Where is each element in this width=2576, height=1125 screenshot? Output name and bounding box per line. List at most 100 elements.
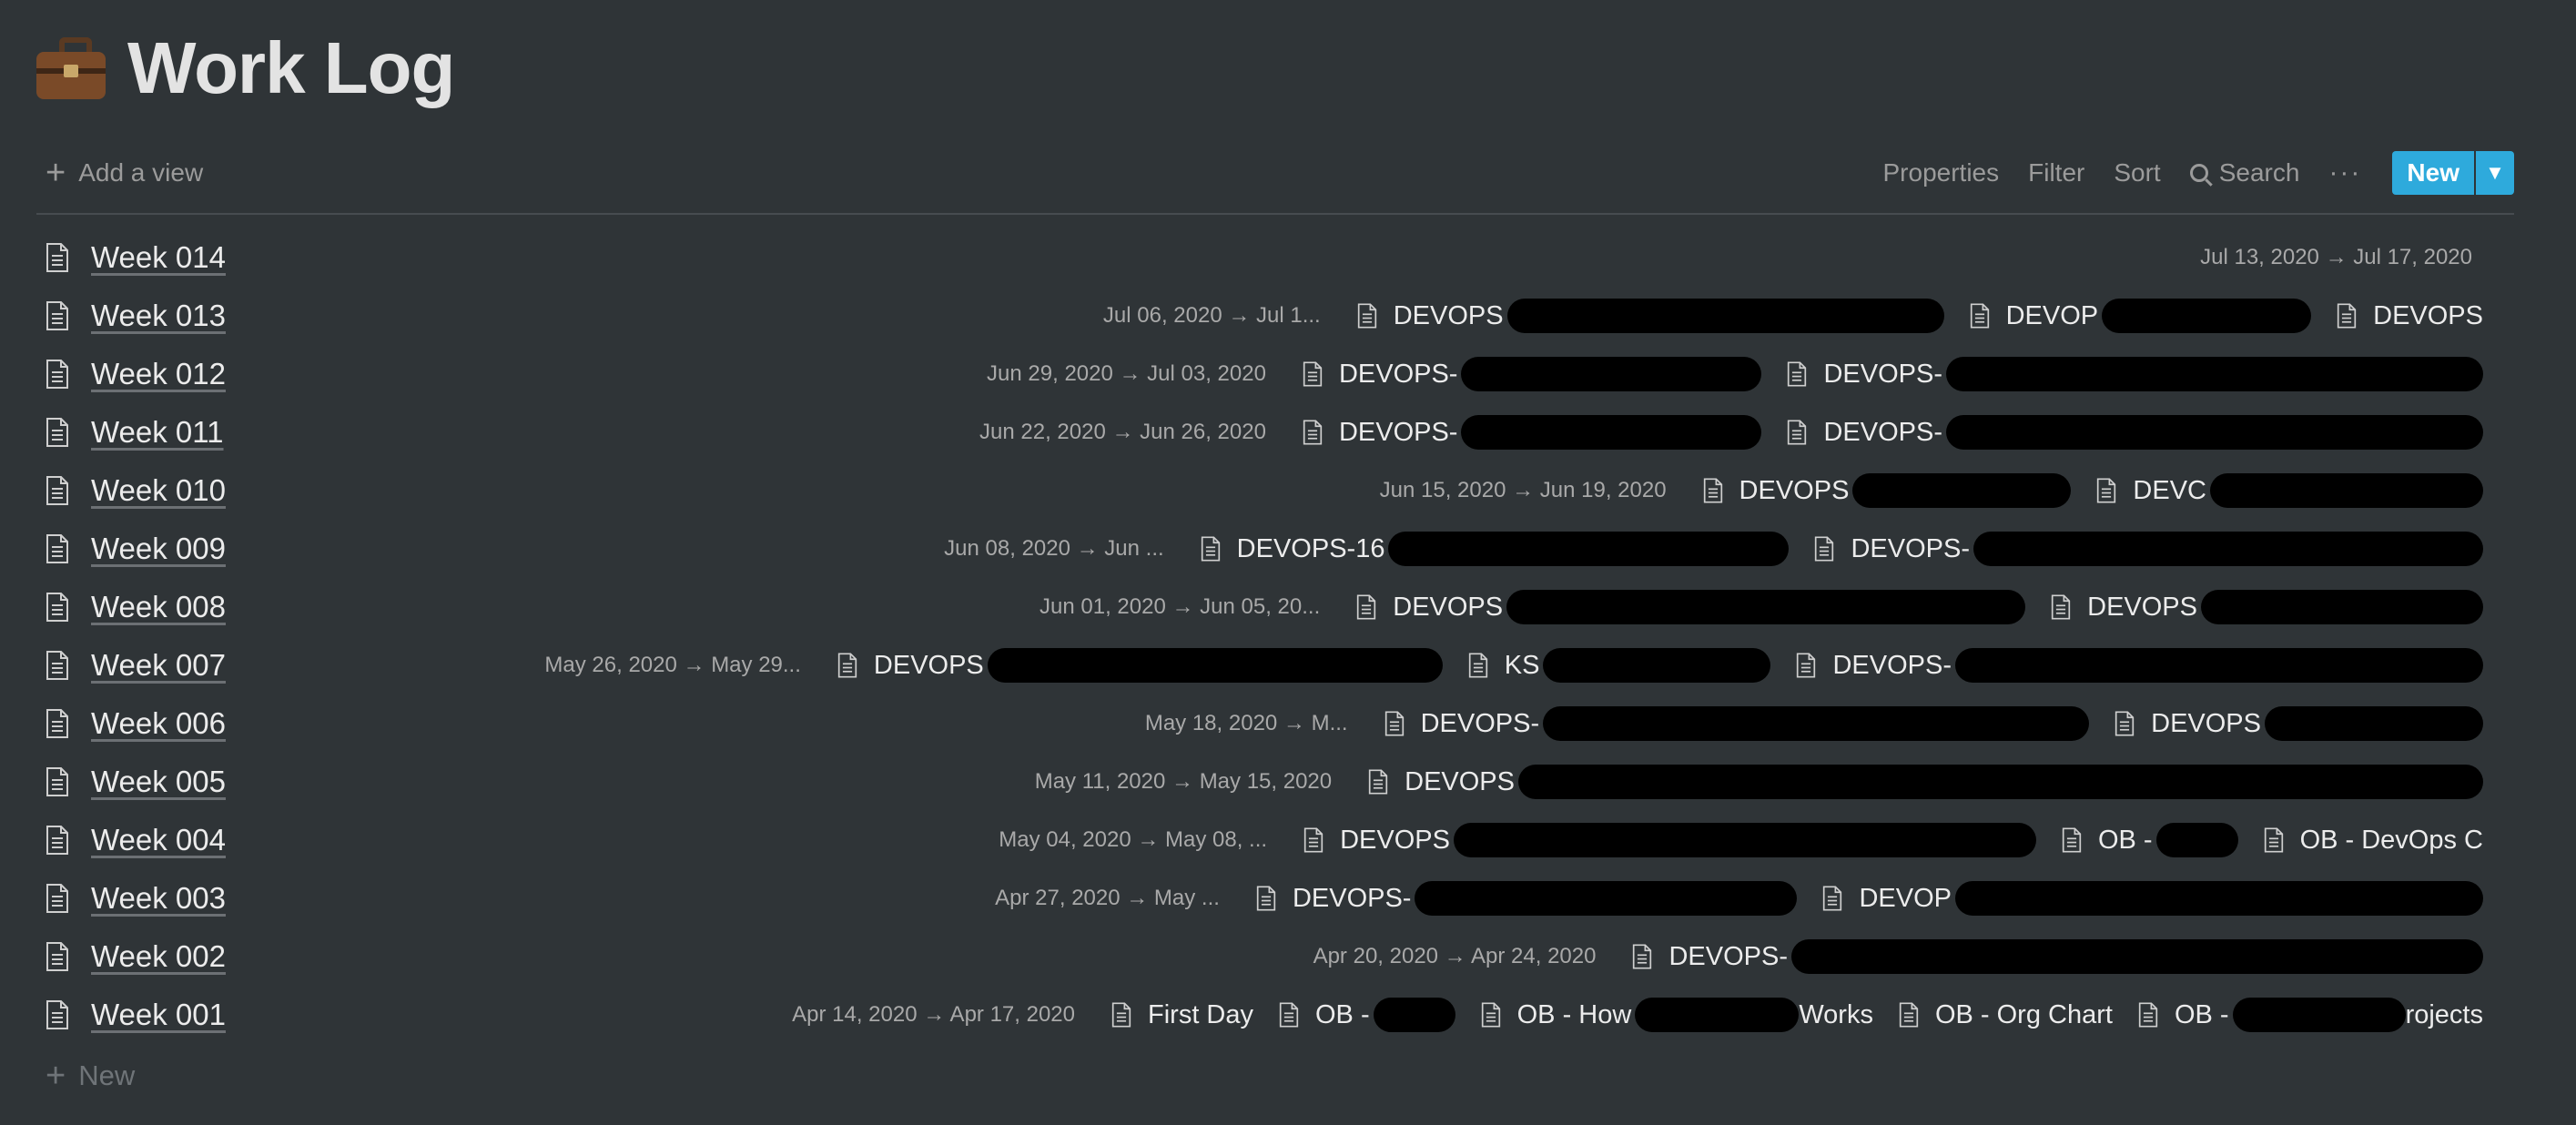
redaction-mark — [1635, 998, 1800, 1032]
table-row[interactable]: Week 001 Apr 14, 2020 → Apr 17, 2020 First… — [36, 986, 2514, 1044]
related-page-link[interactable]: First Day — [1111, 1000, 1253, 1030]
table-row[interactable]: Week 003 Apr 27, 2020 → May ... DEVOPS- DEV… — [36, 869, 2514, 927]
search-button[interactable]: Search — [2189, 158, 2299, 188]
row-title[interactable]: Week 002 — [91, 939, 226, 974]
date-range: May 04, 2020 → May 08, ... — [999, 827, 1268, 852]
related-page-link[interactable]: DEVOPS- — [1796, 648, 2483, 683]
redaction-mark — [1373, 998, 1455, 1032]
search-icon — [2189, 164, 2208, 182]
table-row[interactable]: Week 004 May 04, 2020 → May 08, ... DEVOPS… — [36, 811, 2514, 869]
new-button[interactable]: New — [2392, 151, 2474, 195]
related-page-link[interactable]: DEVOPS — [2115, 706, 2483, 741]
row-properties: May 18, 2020 → M... DEVOPS- DEVOPS — [1145, 694, 2509, 753]
related-page-link[interactable]: OB - rojects — [2138, 998, 2483, 1032]
related-page-label: OB - DevOps C — [2299, 825, 2483, 855]
row-title[interactable]: Week 008 — [91, 590, 226, 624]
row-title[interactable]: Week 012 — [91, 357, 226, 391]
page-icon — [1787, 419, 1807, 446]
related-page-link[interactable]: DEVOPS-16 — [1201, 532, 1790, 566]
related-page-label: DEVOPS- — [1338, 359, 1458, 389]
related-page-link[interactable]: DEVOPS- — [1256, 881, 1798, 916]
row-title[interactable]: Week 001 — [91, 998, 226, 1032]
row-title[interactable]: Week 014 — [91, 240, 226, 275]
date-range: Jun 01, 2020 → Jun 05, 20... — [1040, 594, 1321, 619]
page-icon — [46, 650, 69, 681]
page-icon — [46, 766, 69, 797]
table-row[interactable]: Week 005 May 11, 2020 → May 15, 2020 DEVOP… — [36, 753, 2514, 811]
row-title[interactable]: Week 011 — [91, 415, 224, 450]
date-range: Jun 08, 2020 → Jun ... — [944, 536, 1164, 561]
table-row[interactable]: Week 014 Jul 13, 2020 → Jul 17, 2020 — [36, 228, 2514, 287]
page-icon — [46, 941, 69, 972]
date-range: Jun 22, 2020 → Jun 26, 2020 — [979, 420, 1266, 444]
related-page-link[interactable]: DEVOPS- — [1787, 415, 2483, 450]
sort-button[interactable]: Sort — [2114, 158, 2160, 188]
related-page-link[interactable]: DEVOPS — [837, 648, 1443, 683]
related-page-link[interactable]: DEVOPS — [1357, 299, 1944, 333]
more-options-button[interactable]: ··· — [2328, 157, 2361, 188]
related-page-label: DEVOPS — [1739, 475, 1850, 505]
row-properties: Apr 27, 2020 → May ... DEVOPS- DEVOP — [995, 869, 2509, 927]
related-page-link[interactable]: DEVOPS- — [1384, 706, 2090, 741]
related-page-link[interactable]: DEVOPS — [1303, 823, 2036, 857]
related-page-link[interactable]: DEVOP — [1970, 299, 2312, 333]
row-title[interactable]: Week 003 — [91, 881, 226, 916]
related-page-link[interactable]: DEVOPS- — [1632, 939, 2483, 974]
related-page-label: First Day — [1148, 999, 1253, 1029]
table-row[interactable]: Week 006 May 18, 2020 → M... DEVOPS- DEVOPS — [36, 694, 2514, 753]
table-row[interactable]: Week 008 Jun 01, 2020 → Jun 05, 20... DEVO… — [36, 578, 2514, 636]
row-title[interactable]: Week 004 — [91, 823, 226, 857]
redaction-mark — [1946, 415, 2483, 450]
row-title[interactable]: Week 007 — [91, 648, 226, 683]
related-page-link[interactable]: DEVOPS — [2051, 590, 2483, 624]
date-range: Jul 06, 2020 → Jul 1... — [1102, 303, 1321, 328]
row-title[interactable]: Week 009 — [91, 532, 226, 566]
related-page-link[interactable]: OB - — [1279, 998, 1455, 1032]
redaction-mark — [1518, 765, 2483, 799]
related-page-link[interactable]: DEVOP — [1822, 881, 2483, 916]
related-page-link[interactable]: OB - Org Chart — [1899, 1000, 2113, 1030]
related-page-link[interactable]: DEVOPS- — [1787, 357, 2483, 391]
related-page-link[interactable]: DEVOPS — [1356, 590, 2026, 624]
related-page-link[interactable]: OB - How Works — [1481, 998, 1873, 1032]
row-title[interactable]: Week 010 — [91, 473, 226, 508]
table-row[interactable]: Week 010 Jun 15, 2020 → Jun 19, 2020 DEVOP… — [36, 461, 2514, 520]
table-row[interactable]: Week 011 Jun 22, 2020 → Jun 26, 2020 DEVOP… — [36, 403, 2514, 461]
related-page-link[interactable]: OB - DevOps C — [2264, 826, 2483, 856]
row-title[interactable]: Week 013 — [91, 299, 226, 333]
page-icon — [2096, 477, 2116, 504]
page-icon — [1201, 535, 1221, 562]
row-title[interactable]: Week 006 — [91, 706, 226, 741]
related-page-link[interactable]: DEVC — [2096, 473, 2483, 508]
related-page-label: DEVOPS- — [1338, 417, 1458, 447]
page-icon — [1822, 885, 1842, 912]
row-title[interactable]: Week 005 — [91, 765, 226, 799]
related-page-label: OB - How — [1516, 999, 1632, 1029]
related-page-label-tail: Works — [1799, 999, 1873, 1029]
page-icon — [1356, 593, 1376, 621]
table-row[interactable]: Week 007 May 26, 2020 → May 29... DEVOPS KS… — [36, 636, 2514, 694]
add-view-button[interactable]: + Add a view — [36, 156, 203, 190]
related-page-link[interactable]: DEVOPS- — [1303, 415, 1762, 450]
page-icon — [2051, 593, 2071, 621]
related-page-link[interactable]: OB - — [2062, 823, 2238, 857]
related-page-link[interactable]: DEVOPS- — [1814, 532, 2483, 566]
filter-button[interactable]: Filter — [2028, 158, 2084, 188]
related-page-link[interactable]: KS — [1468, 648, 1771, 683]
new-button-group: New ▼ — [2392, 151, 2514, 195]
chevron-down-icon[interactable]: ▼ — [2476, 151, 2514, 195]
related-page-link[interactable]: DEVOPS — [1368, 765, 2483, 799]
table-row[interactable]: Week 012 Jun 29, 2020 → Jul 03, 2020 DEVOP… — [36, 345, 2514, 403]
related-page-label: DEVOPS — [1340, 825, 1450, 855]
redaction-mark — [2265, 706, 2483, 741]
related-page-link[interactable]: DEVOPS — [2337, 301, 2483, 331]
properties-button[interactable]: Properties — [1883, 158, 2000, 188]
table-row[interactable]: Week 013 Jul 06, 2020 → Jul 1... DEVOPS DEV… — [36, 287, 2514, 345]
table-row[interactable]: Week 002 Apr 20, 2020 → Apr 24, 2020 DEVOP… — [36, 927, 2514, 986]
page-icon — [837, 652, 857, 679]
related-page-label: DEVC — [2133, 475, 2206, 505]
related-page-link[interactable]: DEVOPS — [1703, 473, 2072, 508]
table-row[interactable]: Week 009 Jun 08, 2020 → Jun ... DEVOPS-16 D… — [36, 520, 2514, 578]
add-new-row-button[interactable]: + New — [36, 1049, 135, 1103]
related-page-link[interactable]: DEVOPS- — [1303, 357, 1762, 391]
